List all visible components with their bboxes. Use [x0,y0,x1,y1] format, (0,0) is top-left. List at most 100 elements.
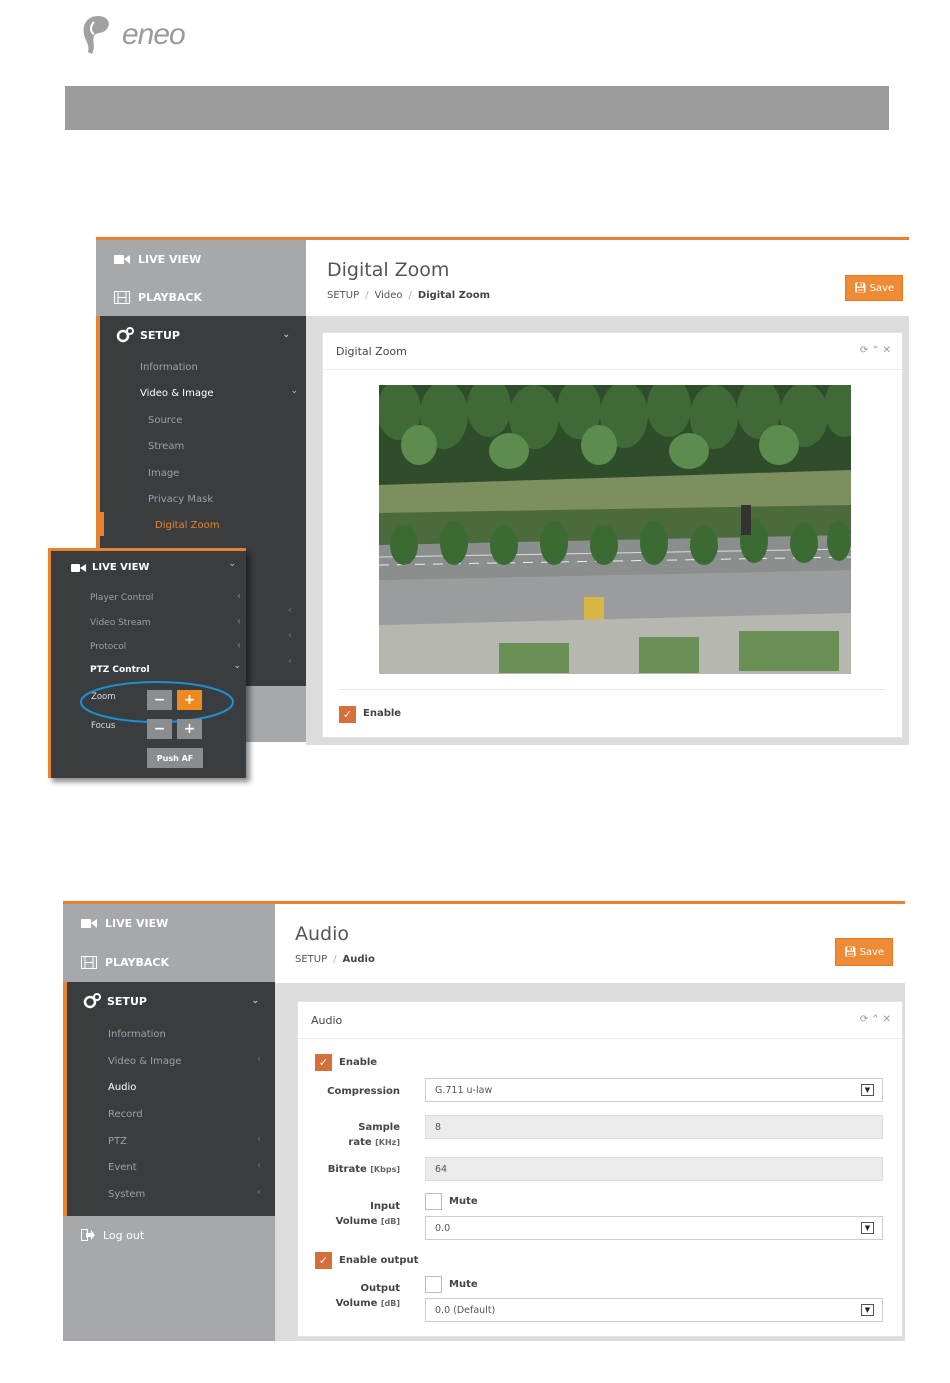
video-item-source[interactable]: Source [148,415,182,426]
nav-live-view-label: LIVE VIEW [105,916,169,930]
nav-setup-label: SETUP [140,328,180,342]
floppy-icon: 💾︎ [853,282,867,294]
focus-far-button[interactable]: + [177,719,202,739]
chevron-left-icon: ‹ [237,591,241,602]
focus-label: Focus [91,721,116,731]
chevron-left-icon: ‹ [257,1187,261,1198]
content-area: Audio ⟳⌃✕ ✓ Enable Compression G.711 u-l… [275,983,905,1341]
enable-output-checkbox[interactable]: ✓ [315,1252,332,1269]
camera-icon [114,254,130,265]
setup-item-video-image[interactable]: Video & Image [140,388,214,399]
video-item-image[interactable]: Image [148,468,179,479]
video-item-stream[interactable]: Stream [148,441,184,452]
film-icon [114,290,130,304]
chevron-down-icon: ⌄ [233,661,241,671]
sidebar: LIVE VIEW PLAYBACK SETUP ⌄ Information V… [63,904,275,1341]
input-mute-label: Mute [449,1196,478,1207]
camera-icon [81,918,97,929]
input-volume-select[interactable]: 0.0 ▼ [425,1216,883,1240]
collapse-icon[interactable]: ⌃ [871,1014,882,1025]
popout-protocol[interactable]: Protocol [90,642,126,652]
logout-link[interactable]: Log out [63,1222,275,1248]
audio-enable-label: Enable [339,1057,378,1068]
setup-item-information[interactable]: Information [140,362,198,373]
close-icon[interactable]: ✕ [883,1014,894,1025]
nav-playback[interactable]: PLAYBACK [63,942,275,982]
save-button[interactable]: 💾︎ Save [835,938,893,966]
sample-rate-label-line1: Sample [358,1122,400,1133]
sample-rate-label-line2: rate [348,1137,372,1148]
header-bar [65,86,889,130]
audio-screenshot: LIVE VIEW PLAYBACK SETUP ⌄ Information V… [63,901,905,1341]
setup-item-event[interactable]: Event [108,1162,137,1173]
chevron-down-icon: ⌄ [290,386,298,396]
breadcrumb-setup[interactable]: SETUP [327,290,359,301]
setup-item-ptz[interactable]: PTZ [108,1136,127,1147]
nav-live-view[interactable]: LIVE VIEW [96,240,306,278]
nav-live-view[interactable]: LIVE VIEW [63,904,275,942]
chevron-left-icon: ‹ [257,1054,261,1065]
panel-title: Audio [311,1014,343,1027]
popout-video-stream[interactable]: Video Stream [90,618,151,628]
output-mute-checkbox[interactable] [425,1276,442,1293]
compression-select[interactable]: G.711 u-law ▼ [425,1078,883,1102]
setup-item-system[interactable]: System [108,1189,145,1200]
floppy-icon: 💾︎ [843,946,857,958]
breadcrumb-setup[interactable]: SETUP [295,954,327,965]
save-button[interactable]: 💾︎ Save [845,275,903,301]
input-volume-unit: [dB] [380,1217,400,1226]
sample-rate-label: Sample rate [KHz] [318,1120,400,1150]
enable-checkbox[interactable]: ✓ [339,706,356,723]
nav-setup[interactable]: SETUP ⌄ [67,982,275,1020]
setup-item-audio[interactable]: Audio [108,1082,136,1093]
check-icon: ✓ [318,1056,329,1069]
collapse-icon[interactable]: ⌃ [871,345,882,356]
breadcrumb: SETUP / Video / Digital Zoom [327,290,491,301]
content-area: Digital Zoom ⟳⌃✕ ✓ Enable [306,316,909,745]
popout-player-control[interactable]: Player Control [90,593,153,603]
divider [323,369,902,370]
panel-tools: ⟳⌃✕ [860,345,894,356]
audio-enable-checkbox[interactable]: ✓ [315,1054,332,1071]
bitrate-field: 64 [425,1157,883,1181]
output-volume-select[interactable]: 0.0 (Default) ▼ [425,1298,883,1322]
push-af-button[interactable]: Push AF [147,748,203,768]
setup-item-information[interactable]: Information [108,1029,166,1040]
panel-tools: ⟳⌃✕ [860,1014,894,1025]
breadcrumb-current: Audio [342,954,375,965]
input-volume-label-line1: Input [370,1201,400,1212]
close-icon[interactable]: ✕ [883,345,894,356]
popout-live-view[interactable]: LIVE VIEW [71,562,149,573]
refresh-icon[interactable]: ⟳ [860,345,871,356]
refresh-icon[interactable]: ⟳ [860,1014,871,1025]
compression-label: Compression [327,1086,400,1097]
input-volume-label-line2: Volume [335,1216,378,1227]
setup-item-record[interactable]: Record [108,1109,143,1120]
digital-zoom-panel: Digital Zoom ⟳⌃✕ ✓ Enable [322,332,903,738]
compression-value: G.711 u-law [435,1084,493,1096]
nav-playback-label: PLAYBACK [105,955,169,969]
enable-output-label: Enable output [339,1255,419,1266]
popout-ptz-control[interactable]: PTZ Control [90,665,150,675]
gears-icon [116,327,134,343]
setup-item-video-image[interactable]: Video & Image [108,1056,182,1067]
divider [298,1038,902,1039]
breadcrumb-current: Digital Zoom [417,290,491,301]
page-title: Audio [295,923,350,945]
save-label: Save [869,282,895,294]
video-item-privacy-mask[interactable]: Privacy Mask [148,494,213,505]
bitrate-value: 64 [435,1163,448,1175]
dropdown-arrow-icon: ▼ [861,1222,874,1234]
chevron-down-icon: ⌄ [251,996,259,1006]
video-item-digital-zoom[interactable]: Digital Zoom [155,520,219,531]
chevron-left-icon: ‹ [288,656,292,667]
nav-playback[interactable]: PLAYBACK [96,278,306,316]
popout-title: LIVE VIEW [92,562,150,573]
output-mute-label: Mute [449,1279,478,1290]
focus-near-button[interactable]: − [147,719,172,739]
output-volume-label-line2: Volume [335,1298,378,1309]
input-mute-checkbox[interactable] [425,1193,442,1210]
output-volume-label-line1: Output [360,1283,400,1294]
nav-setup[interactable]: SETUP ⌄ [100,316,306,354]
breadcrumb-video[interactable]: Video [375,290,403,301]
